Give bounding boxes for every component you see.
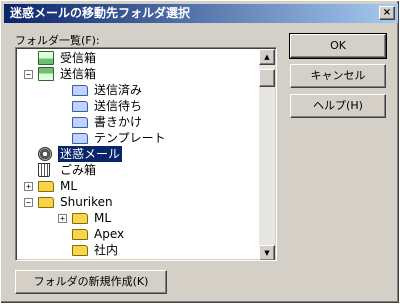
scroll-down-icon: ▼: [264, 249, 270, 257]
expand-icon[interactable]: +: [58, 214, 67, 223]
tree-item[interactable]: − 送信箱: [18, 66, 258, 82]
folder-tree[interactable]: 受信箱 − 送信箱送信済み送信待ち書きかけテンプレート 迷惑メール ごみ箱 + ML − Shu…: [15, 47, 277, 261]
tree-item[interactable]: ごみ箱: [18, 162, 258, 178]
tree-item-label: News: [58, 258, 94, 260]
tree-item[interactable]: 受信箱: [18, 50, 258, 66]
tree-item-label: 送信箱: [60, 67, 97, 81]
new-folder-button[interactable]: フォルダの新規作成(K): [15, 270, 167, 294]
tree-item-label: ML: [60, 179, 78, 193]
trash-icon: [38, 163, 50, 177]
help-button[interactable]: ヘルプ(H): [290, 94, 386, 118]
cancel-button[interactable]: キャンセル: [290, 64, 386, 88]
collapse-icon[interactable]: −: [24, 70, 33, 79]
tree-item[interactable]: + ML: [18, 210, 258, 226]
collapse-icon[interactable]: −: [24, 198, 33, 207]
yellow-folder-icon: [72, 229, 88, 240]
ok-button[interactable]: OK: [289, 33, 387, 59]
tree-item[interactable]: + ML: [18, 178, 258, 194]
spam-icon: [38, 147, 52, 161]
folder-icon: [72, 101, 88, 112]
tree-item-label: 迷惑メール: [56, 145, 124, 163]
tree-item[interactable]: Apex: [18, 226, 258, 242]
yellow-folder-icon: [72, 213, 88, 224]
close-button[interactable]: ×: [379, 6, 395, 20]
vertical-scrollbar[interactable]: ▲ ▼: [259, 49, 275, 260]
tree-item[interactable]: 送信済み: [18, 82, 258, 98]
inbox-icon: [38, 51, 54, 65]
tree-item-label: 社内: [94, 243, 119, 257]
scroll-down-button[interactable]: ▼: [259, 245, 275, 260]
tree-item-label: 書きかけ: [94, 115, 143, 129]
yellow-folder-icon: [72, 245, 88, 256]
tree-item-label: 送信済み: [94, 83, 143, 97]
folder-tree-rows: 受信箱 − 送信箱送信済み送信待ち書きかけテンプレート 迷惑メール ごみ箱 + ML − Shu…: [18, 50, 258, 260]
folder-icon: [72, 117, 88, 128]
tree-item[interactable]: − Shuriken: [18, 194, 258, 210]
tree-item-label: ごみ箱: [60, 163, 97, 177]
tree-item[interactable]: 書きかけ: [18, 114, 258, 130]
tree-item[interactable]: −News: [18, 258, 258, 260]
tree-item[interactable]: 迷惑メール: [18, 145, 258, 163]
tree-item-label: Apex: [94, 227, 125, 241]
tree-item-label: ML: [94, 211, 112, 225]
yellow-folder-icon: [38, 197, 54, 208]
tree-item-label: 送信待ち: [94, 99, 143, 113]
tree-item-label: Shuriken: [60, 195, 113, 209]
folder-list-label: フォルダ一覧(F):: [15, 34, 100, 47]
close-icon: ×: [382, 7, 392, 18]
tree-item-label: 受信箱: [60, 51, 97, 65]
scroll-up-button[interactable]: ▲: [259, 49, 275, 65]
title-bar: 迷惑メールの移動先フォルダ選択 ×: [4, 4, 398, 23]
tree-item[interactable]: テンプレート: [18, 130, 258, 146]
folder-icon: [72, 133, 88, 144]
folder-icon: [72, 85, 88, 96]
dialog-title: 迷惑メールの移動先フォルダ選択: [10, 6, 191, 20]
scroll-thumb[interactable]: [259, 69, 275, 87]
tree-item[interactable]: 送信待ち: [18, 98, 258, 114]
folder-select-dialog: 迷惑メールの移動先フォルダ選択 × フォルダ一覧(F): 受信箱 − 送信箱送信済み…: [0, 0, 400, 304]
tree-item[interactable]: 社内: [18, 242, 258, 258]
expand-icon[interactable]: +: [24, 182, 33, 191]
tree-item-label: テンプレート: [94, 131, 166, 145]
outbox-icon: [38, 67, 54, 81]
scroll-up-icon: ▲: [264, 53, 270, 61]
yellow-folder-icon: [38, 181, 54, 192]
